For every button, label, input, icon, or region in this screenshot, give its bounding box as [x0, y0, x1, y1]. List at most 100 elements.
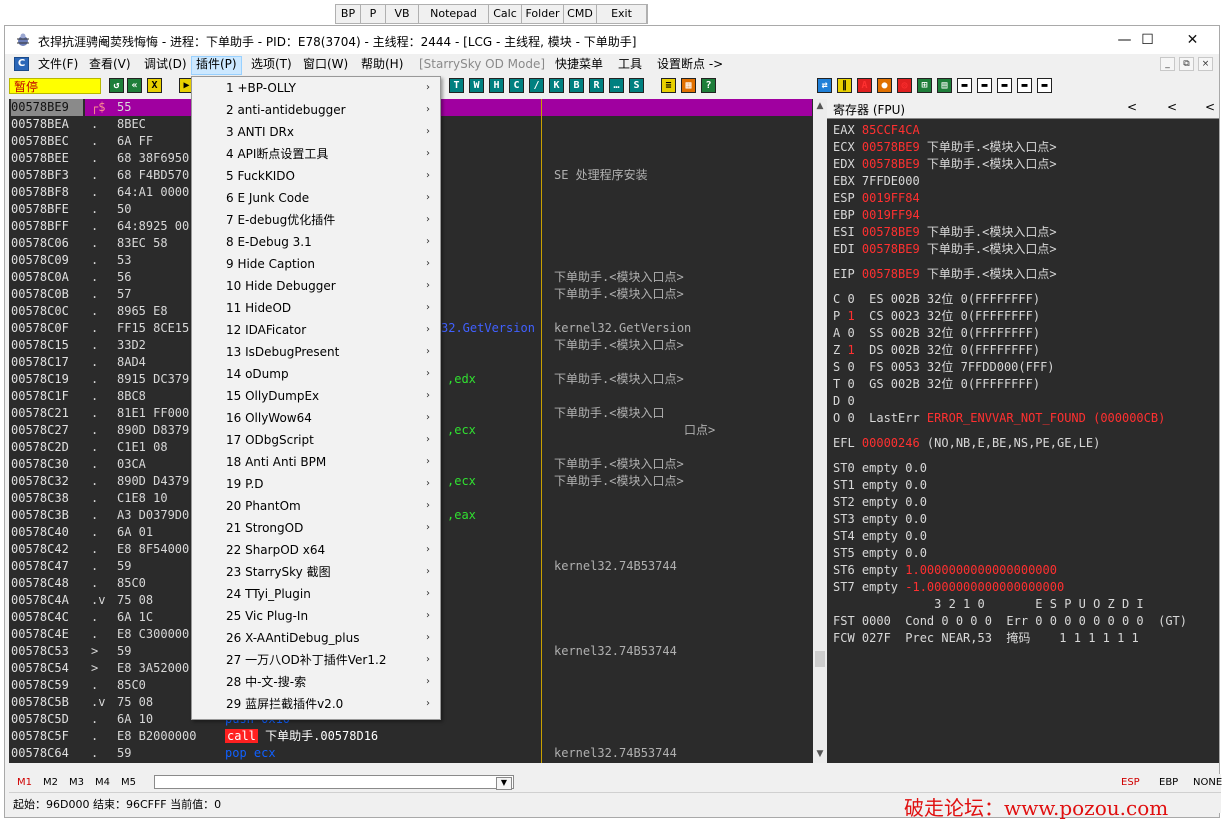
- callstack-window-icon[interactable]: K: [549, 78, 564, 93]
- breakpoints-window-icon[interactable]: B: [569, 78, 584, 93]
- target-icon[interactable]: ◎: [897, 78, 912, 93]
- pause-icon[interactable]: ∥: [837, 78, 852, 93]
- scroll-down-arrow[interactable]: ▼: [813, 747, 827, 761]
- address-cell[interactable]: 00578BEA: [11, 116, 83, 133]
- plugin-menu-item[interactable]: 10 Hide Debugger ›: [192, 275, 440, 297]
- scroll-up-arrow[interactable]: ▲: [813, 99, 827, 113]
- line-icon-5[interactable]: ▬: [1037, 78, 1052, 93]
- memory-tab-m3[interactable]: M3: [69, 776, 84, 790]
- plugin-menu-item[interactable]: 4 API断点设置工具 ›: [192, 143, 440, 165]
- menu-1[interactable]: 查看(V): [85, 56, 135, 73]
- cmdbar-ebp[interactable]: EBP: [1159, 776, 1178, 790]
- plugin-menu-item[interactable]: 27 一万八OD补丁插件Ver1.2 ›: [192, 649, 440, 671]
- address-cell[interactable]: 00578C4E: [11, 626, 83, 643]
- line-icon-4[interactable]: ▬: [1017, 78, 1032, 93]
- plugin-menu-item[interactable]: 20 PhantOm ›: [192, 495, 440, 517]
- references-window-icon[interactable]: R: [589, 78, 604, 93]
- plugin-menu-item[interactable]: 17 ODbgScript ›: [192, 429, 440, 451]
- line-icon-3[interactable]: ▬: [997, 78, 1012, 93]
- address-cell[interactable]: 00578C3B: [11, 507, 83, 524]
- address-cell[interactable]: 00578C59: [11, 677, 83, 694]
- address-cell[interactable]: 00578BF3: [11, 167, 83, 184]
- nav-prev-1[interactable]: <: [1127, 100, 1137, 114]
- plugin-menu-item[interactable]: 28 中-文-搜-索 ›: [192, 671, 440, 693]
- address-cell[interactable]: 00578C5B: [11, 694, 83, 711]
- a-icon[interactable]: A: [857, 78, 872, 93]
- restart-icon[interactable]: ↺: [109, 78, 124, 93]
- address-cell[interactable]: 00578BEC: [11, 133, 83, 150]
- ext-button-calc[interactable]: Calc: [489, 5, 522, 23]
- address-cell[interactable]: 00578C42: [11, 541, 83, 558]
- address-cell[interactable]: 00578BF8: [11, 184, 83, 201]
- scroll-thumb[interactable]: [815, 651, 825, 667]
- mdi-close-button[interactable]: ×: [1198, 57, 1213, 71]
- menu-2[interactable]: 调试(D): [140, 56, 191, 73]
- plugin-menu-item[interactable]: 26 X-AAntiDebug_plus ›: [192, 627, 440, 649]
- address-cell[interactable]: 00578C21: [11, 405, 83, 422]
- address-cell[interactable]: 00578BFE: [11, 201, 83, 218]
- plugin-menu-item[interactable]: 24 TTyi_Plugin ›: [192, 583, 440, 605]
- address-cell[interactable]: 00578BFF: [11, 218, 83, 235]
- menu-10[interactable]: 设置断点 ->: [653, 56, 727, 73]
- close-process-icon[interactable]: X: [147, 78, 162, 93]
- address-cell[interactable]: 00578C64: [11, 745, 83, 762]
- cmdbar-none[interactable]: NONE: [1193, 776, 1222, 790]
- address-cell[interactable]: 00578C2D: [11, 439, 83, 456]
- maximize-button[interactable]: ☐: [1125, 26, 1170, 54]
- plugin-menu-item[interactable]: 22 SharpOD x64 ›: [192, 539, 440, 561]
- cpu-window-icon[interactable]: C: [509, 78, 524, 93]
- address-cell[interactable]: 00578C19: [11, 371, 83, 388]
- plugin-menu-item[interactable]: 8 E-Debug 3.1 ›: [192, 231, 440, 253]
- address-cell[interactable]: 00578C53: [11, 643, 83, 660]
- command-dropdown-arrow[interactable]: ▼: [496, 777, 512, 790]
- help-icon[interactable]: ?: [701, 78, 716, 93]
- memory-tab-m5[interactable]: M5: [121, 776, 136, 790]
- ext-button-vb[interactable]: VB: [386, 5, 419, 23]
- address-cell[interactable]: 00578C5F: [11, 728, 83, 745]
- memory-tab-m1[interactable]: M1: [17, 776, 32, 790]
- windows-window-icon[interactable]: W: [469, 78, 484, 93]
- close-button[interactable]: ✕: [1170, 26, 1215, 54]
- address-cell[interactable]: 00578C0C: [11, 303, 83, 320]
- menu-6[interactable]: 帮助(H): [357, 56, 407, 73]
- tools-icon[interactable]: ⊞: [917, 78, 932, 93]
- system-menu-icon[interactable]: C: [14, 57, 29, 71]
- run-trace-icon[interactable]: …: [609, 78, 624, 93]
- plugin-menu-item[interactable]: 29 蓝屏拦截插件v2.0 ›: [192, 693, 440, 715]
- disassembly-scrollbar[interactable]: ▲ ▼: [813, 99, 827, 763]
- address-cell[interactable]: 00578C1F: [11, 388, 83, 405]
- menu-3[interactable]: 插件(P): [191, 56, 242, 75]
- address-cell[interactable]: 00578C27: [11, 422, 83, 439]
- registers-pane[interactable]: 寄存器 (FPU) < < < EAX 85CCF4CA ECX 00578BE9…: [827, 99, 1219, 763]
- menu-7[interactable]: [StarrySky OD Mode]: [415, 56, 549, 73]
- plugin-menu-item[interactable]: 15 OllyDumpEx ›: [192, 385, 440, 407]
- record-icon[interactable]: ●: [877, 78, 892, 93]
- address-cell[interactable]: 00578C47: [11, 558, 83, 575]
- bars-icon[interactable]: ▤: [937, 78, 952, 93]
- plugin-menu-item[interactable]: 2 anti-antidebugger ›: [192, 99, 440, 121]
- source-window-icon[interactable]: S: [629, 78, 644, 93]
- ext-button-exit[interactable]: Exit: [597, 5, 647, 23]
- memory-tab-m4[interactable]: M4: [95, 776, 110, 790]
- address-cell[interactable]: 00578C15: [11, 337, 83, 354]
- plugin-menu-item[interactable]: 6 E Junk Code ›: [192, 187, 440, 209]
- line-icon-2[interactable]: ▬: [977, 78, 992, 93]
- address-cell[interactable]: 00578C48: [11, 575, 83, 592]
- list-icon[interactable]: ≡: [661, 78, 676, 93]
- mdi-minimize-button[interactable]: _: [1160, 57, 1175, 71]
- plugin-menu-item[interactable]: 11 HideOD ›: [192, 297, 440, 319]
- address-cell[interactable]: 00578C17: [11, 354, 83, 371]
- menu-5[interactable]: 窗口(W): [299, 56, 352, 73]
- address-cell[interactable]: 00578C54: [11, 660, 83, 677]
- menu-9[interactable]: 工具: [614, 56, 646, 73]
- refresh-icon[interactable]: ⇄: [817, 78, 832, 93]
- threads-window-icon[interactable]: T: [449, 78, 464, 93]
- grid-icon[interactable]: ▦: [681, 78, 696, 93]
- address-cell[interactable]: 00578C0B: [11, 286, 83, 303]
- address-cell[interactable]: 00578C32: [11, 473, 83, 490]
- address-cell[interactable]: 00578BEE: [11, 150, 83, 167]
- address-cell[interactable]: 00578C0A: [11, 269, 83, 286]
- cmdbar-esp[interactable]: ESP: [1121, 776, 1140, 790]
- plugin-menu-item[interactable]: 16 OllyWow64 ›: [192, 407, 440, 429]
- address-cell[interactable]: 00578C4A: [11, 592, 83, 609]
